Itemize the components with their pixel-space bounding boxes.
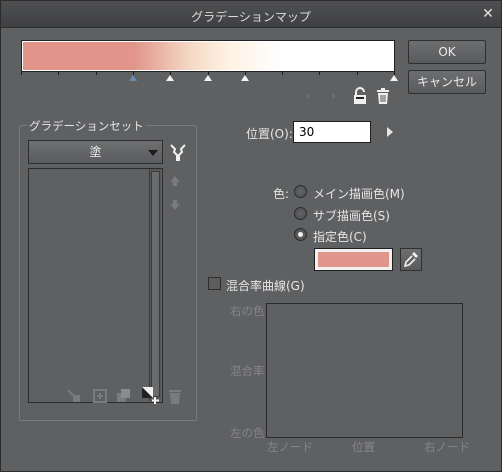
gradient-node[interactable] — [204, 75, 212, 81]
gradient-node[interactable] — [129, 75, 137, 81]
radio-main-color[interactable] — [294, 185, 307, 198]
blend-curve-graph[interactable] — [266, 303, 463, 438]
curve-x-mid-label: 位置 — [352, 440, 375, 454]
blend-curve-label[interactable]: 混合率曲線(G) — [226, 277, 305, 294]
curve-x-left-label: 左ノード — [267, 440, 313, 454]
gradient-set-list[interactable] — [28, 168, 163, 403]
position-label: 位置(O): — [246, 127, 293, 141]
scrollbar-thumb[interactable] — [151, 171, 160, 397]
cancel-button[interactable]: キャンセル — [408, 70, 486, 94]
chevron-down-icon — [148, 150, 158, 156]
gradient-node[interactable] — [390, 75, 398, 81]
move-down-icon[interactable] — [168, 198, 182, 212]
prev-node-arrow[interactable]: ‹ — [306, 89, 311, 103]
gradient-tick — [96, 72, 97, 75]
gradient-tick — [319, 72, 320, 75]
add-gradient-icon[interactable] — [140, 385, 160, 405]
eyedropper-button[interactable] — [400, 248, 422, 271]
curve-x-right-label: 右ノード — [424, 440, 470, 454]
delete-gradient-icon[interactable] — [167, 387, 183, 405]
gradient-tick — [21, 72, 22, 75]
curve-y-bottom-label: 左の色 — [230, 426, 265, 440]
gradient-tick — [58, 72, 59, 75]
gradient-map-dialog: グラデーションマップ ✕ OK キャンセル ‹ › グラデーションセット 塗 位… — [0, 0, 502, 472]
next-node-arrow[interactable]: › — [331, 89, 336, 103]
curve-y-top-label: 右の色 — [230, 304, 265, 318]
gradient-node[interactable] — [166, 75, 174, 81]
lock-icon[interactable] — [351, 87, 369, 105]
gradient-set-selected: 塗 — [89, 145, 102, 159]
gradient-tick — [357, 72, 358, 75]
delete-node-icon[interactable] — [375, 87, 391, 105]
set-property-icon[interactable] — [65, 387, 83, 405]
curve-y-mid-label: 混合率 — [230, 364, 265, 378]
import-icon[interactable] — [91, 387, 109, 405]
gradient-tick — [282, 72, 283, 75]
ok-button[interactable]: OK — [408, 40, 486, 64]
gradient-node-track[interactable] — [21, 72, 398, 82]
gradient-bar[interactable] — [23, 42, 393, 70]
gradient-set-select[interactable]: 塗 — [28, 140, 163, 164]
wrench-icon[interactable] — [167, 142, 187, 162]
dialog-title: グラデーションマップ — [191, 10, 311, 24]
radio-sub-color[interactable] — [294, 207, 307, 220]
duplicate-icon[interactable] — [115, 387, 133, 405]
specified-color-label[interactable]: 指定色(C) — [313, 228, 367, 245]
gradient-preview[interactable] — [21, 40, 395, 72]
specified-color-well[interactable] — [314, 248, 393, 271]
main-color-label[interactable]: メイン描画色(M) — [313, 185, 405, 202]
gradient-node[interactable] — [241, 75, 249, 81]
sub-color-label[interactable]: サブ描画色(S) — [313, 207, 390, 224]
title-bar[interactable]: グラデーションマップ ✕ — [1, 1, 501, 28]
position-increment-arrow[interactable] — [386, 126, 394, 138]
eyedropper-icon — [403, 252, 418, 268]
blend-curve-checkbox[interactable] — [208, 277, 221, 290]
position-input[interactable]: 30 — [293, 121, 371, 143]
color-label: 色: — [273, 187, 290, 201]
radio-specified-color[interactable] — [294, 228, 307, 241]
move-up-icon[interactable] — [168, 174, 182, 188]
specified-color-swatch — [318, 252, 389, 267]
gradient-set-title: グラデーションセット — [27, 118, 146, 134]
close-button[interactable]: ✕ — [479, 5, 497, 23]
